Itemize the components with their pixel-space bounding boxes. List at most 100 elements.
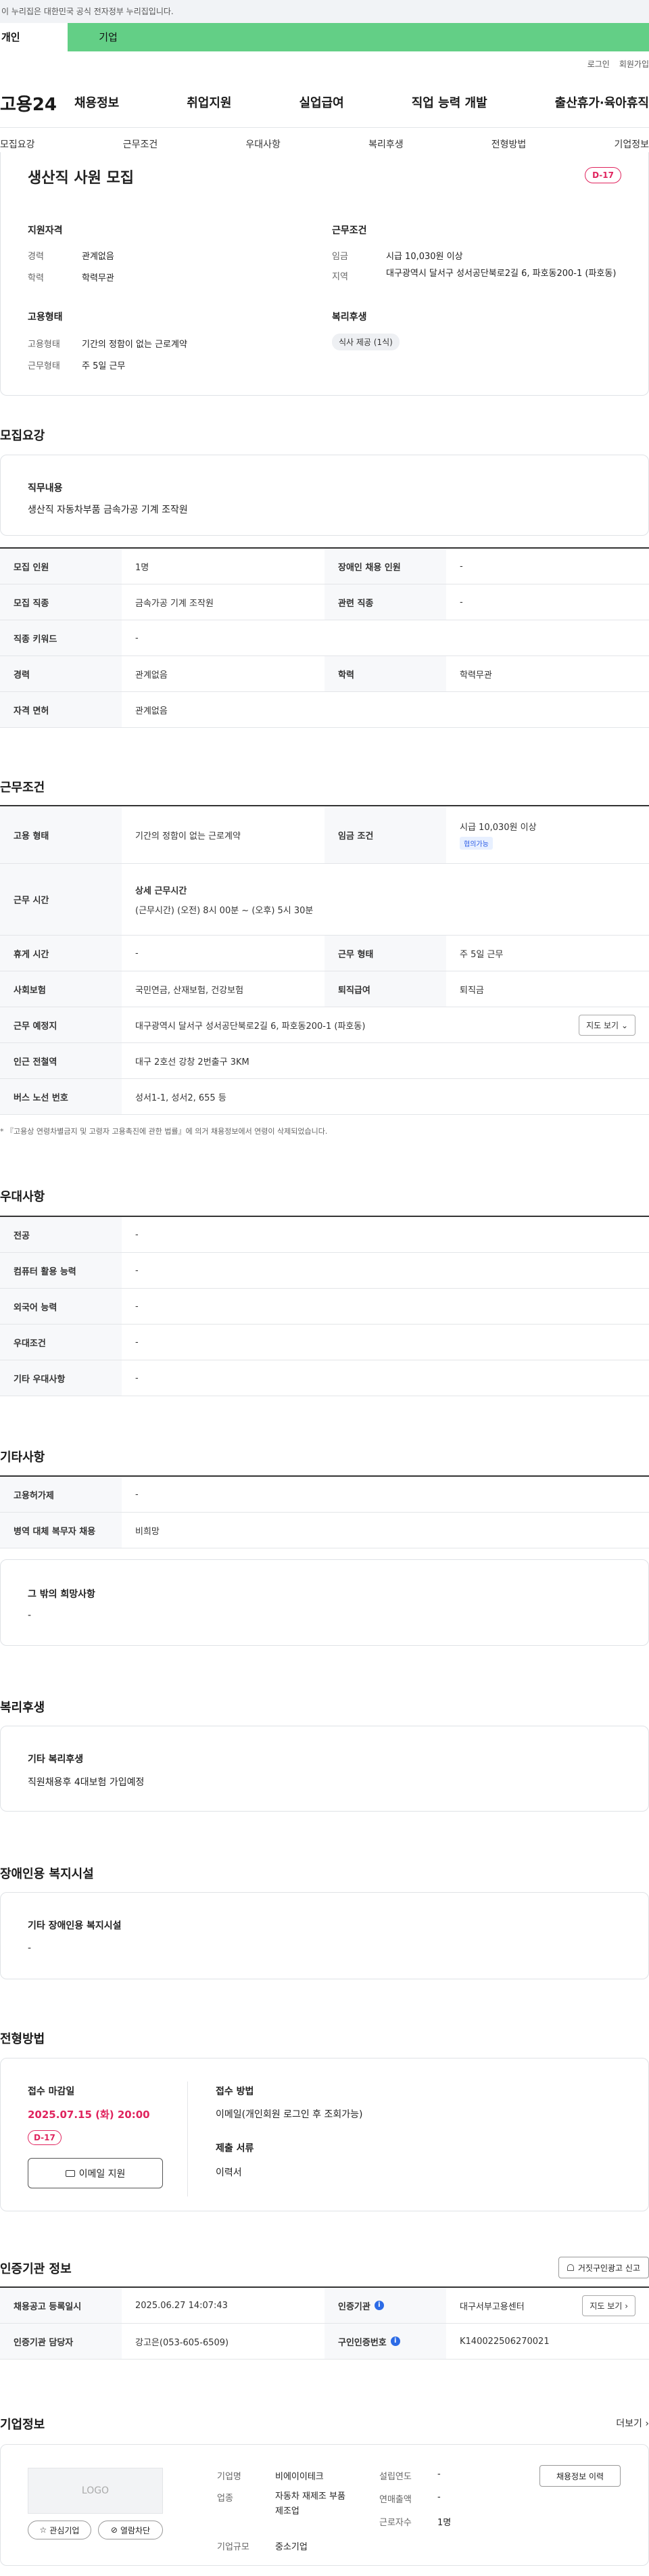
gov-notice-text: 이 누리집은 대한민국 공식 전자정부 누리집입니다. [1, 7, 174, 16]
row-label: 경력 [0, 656, 122, 691]
table-row: 자격 면허 관계없음 [0, 692, 649, 728]
emp-value: 기간의 정함이 없는 근로계약 [82, 340, 187, 350]
info-icon[interactable]: i [390, 2337, 400, 2346]
row-label: 외국어 능력 [0, 1289, 122, 1324]
company-more-link[interactable]: 더보기 › [616, 2416, 649, 2430]
gnb-unemployment-benefit[interactable]: 실업급여 [299, 93, 344, 111]
conditions-section-title: 근무조건 [0, 781, 45, 795]
row-value: - [135, 632, 139, 643]
block-company-button[interactable]: ⊘ 열람차단 [98, 2521, 163, 2539]
table-row: 고용 형태 기간의 정함이 없는 근로계약 임금 조건 시급 10,030원 이… [0, 806, 649, 864]
row-value: - [460, 561, 463, 572]
snb-preferences[interactable]: 우대사항 [245, 137, 281, 151]
employees-label: 근로자수 [379, 2518, 412, 2528]
divider [0, 127, 649, 128]
row-label: 고용 형태 [0, 806, 122, 863]
size-label: 기업규모 [217, 2542, 249, 2552]
row-label: 인근 전철역 [0, 1043, 122, 1078]
snb-recruit[interactable]: 모집요강 [0, 137, 35, 151]
row-label: 장애인 채용 인원 [324, 549, 446, 584]
conditions-table: 고용 형태 기간의 정함이 없는 근로계약 임금 조건 시급 10,030원 이… [0, 805, 649, 1115]
info-icon[interactable]: i [374, 2301, 384, 2310]
row-value: K140022506270021 [460, 2336, 550, 2347]
favorite-company-button[interactable]: ☆ 관심기업 [28, 2521, 91, 2539]
fav-label: 관심기업 [49, 2525, 80, 2535]
map-button-label: 지도 보기 [590, 2301, 623, 2311]
login-link[interactable]: 로그인 [587, 58, 610, 70]
tab-company[interactable]: 기업 [68, 23, 149, 51]
time-title: 상세 근무시간 [135, 886, 187, 896]
gov-notice-bar: 이 누리집은 대한민국 공식 전자정부 누리집입니다. [0, 0, 649, 23]
snb-welfare[interactable]: 복리후생 [368, 137, 404, 151]
edu-label: 학력 [28, 273, 44, 283]
map-button[interactable]: 지도 보기 ⌄ [579, 1014, 635, 1036]
row-label: 우대조건 [0, 1325, 122, 1360]
etc-section-title: 기타사항 [0, 1450, 45, 1465]
deadline-value: 2025.07.15 (화) 20:00 [28, 2109, 150, 2121]
recruit-history-button[interactable]: 채용정보 이력 [539, 2465, 621, 2487]
table-row: 휴게 시간 - 근무 형태 주 5일 근무 [0, 936, 649, 971]
dday-badge: D-17 [585, 167, 621, 183]
duty-value: 생산직 자동차부품 금속가공 기계 조작원 [28, 505, 188, 515]
table-row: 외국어 능력 - [0, 1289, 649, 1325]
work-label: 근무형태 [28, 361, 60, 371]
table-row: 인근 전철역 대구 2호선 강창 2번출구 3KM [0, 1043, 649, 1079]
gnb-jobs[interactable]: 채용정보 [74, 93, 119, 111]
row-label: 전공 [0, 1217, 122, 1252]
career-value: 관계없음 [82, 252, 114, 262]
row-value: 금속가공 기계 조작원 [135, 598, 214, 609]
row-label: 고용허가제 [0, 1477, 122, 1512]
table-row: 고용허가제 - [0, 1477, 649, 1513]
row-label: 사회보험 [0, 971, 122, 1007]
disab-section-title: 장애인용 복지시설 [0, 1867, 94, 1881]
row-value: - [135, 1301, 139, 1312]
job-summary-card: 생산직 사원 모집 D-17 지원자격 경력 관계없음 학력 학력무관 근무조건… [0, 152, 649, 396]
table-row: 우대조건 - [0, 1325, 649, 1360]
welfare-card: 기타 복리후생 직원채용후 4대보험 가입예정 [0, 1726, 649, 1812]
row-value: - [135, 1373, 139, 1383]
duty-title: 직무내용 [28, 483, 63, 494]
gnb-parental-leave[interactable]: 출산휴가·육아휴직 [555, 93, 649, 111]
site-logo[interactable]: 고용24 [0, 91, 57, 116]
block-icon: ⊘ [110, 2525, 118, 2535]
email-apply-button[interactable]: 이메일 지원 [28, 2158, 163, 2188]
table-row: 모집 직종 금속가공 기계 조작원 관련 직종 - [0, 584, 649, 620]
table-row: 근무 시간 상세 근무시간 (근무시간) (오전) 8시 00분 ~ (오후) … [0, 864, 649, 936]
row-value: 퇴직금 [460, 985, 484, 996]
gnb-skills-development[interactable]: 직업 능력 개발 [412, 93, 487, 111]
snb-screening[interactable]: 전형방법 [491, 137, 527, 151]
chevron-down-icon: ⌄ [621, 1020, 628, 1030]
siren-icon [567, 2264, 574, 2271]
row-value: 대구광역시 달서구 성서공단북로2길 6, 파호동200-1 (파호동) [135, 1021, 366, 1032]
join-link[interactable]: 회원가입 [619, 58, 649, 70]
recruit-section-title: 모집요강 [0, 429, 45, 443]
user-type-tabs: 개인 기업 [0, 23, 649, 51]
row-value: 국민연금, 산재보험, 건강보험 [135, 985, 244, 996]
area-value: 대구광역시 달서구 성서공단북로2길 6, 파호동200-1 (파호동) [386, 269, 617, 279]
docs-label: 제출 서류 [216, 2143, 254, 2154]
deadline-dday-badge: D-17 [28, 2130, 62, 2145]
disab-box-value: - [28, 1943, 32, 1954]
company-section-title: 기업정보 [0, 2418, 45, 2432]
row-value: 2025.06.27 14:07:43 [135, 2300, 228, 2311]
wage-value: 시급 10,030원 이상 [386, 252, 463, 262]
cert-map-button[interactable]: 지도 보기 › [582, 2295, 635, 2316]
negotiable-tag: 협의가능 [460, 837, 493, 850]
job-title: 생산직 사원 모집 [28, 170, 134, 187]
industry-value: 자동차 재제조 부품 제조업 [275, 2491, 345, 2516]
gnb-employment-support[interactable]: 취업지원 [187, 93, 231, 111]
wage-label: 임금 [332, 252, 348, 262]
snb-company[interactable]: 기업정보 [614, 137, 649, 151]
screen-section-title: 전형방법 [0, 2032, 45, 2046]
table-row: 사회보험 국민연금, 산재보험, 건강보험 퇴직급여 퇴직금 [0, 971, 649, 1007]
report-false-ad-button[interactable]: 거짓구인광고 신고 [558, 2257, 649, 2278]
row-label: 병역 대체 복무자 채용 [0, 1513, 122, 1548]
row-label: 근무 시간 [0, 864, 122, 935]
snb-conditions[interactable]: 근무조건 [123, 137, 158, 151]
age-note: * 『고용상 연령차별금지 및 고령자 고용촉진에 관한 법률』에 의거 채용정… [0, 1127, 328, 1136]
row-label: 퇴직급여 [324, 971, 446, 1007]
recruit-table: 모집 인원 1명 장애인 채용 인원 - 모집 직종 금속가공 기계 조작원 관… [0, 547, 649, 728]
welfare-box-value: 직원채용후 4대보험 가입예정 [28, 1777, 145, 1788]
tab-personal[interactable]: 개인 [0, 23, 68, 51]
row-value: 시급 10,030원 이상 [460, 823, 537, 833]
